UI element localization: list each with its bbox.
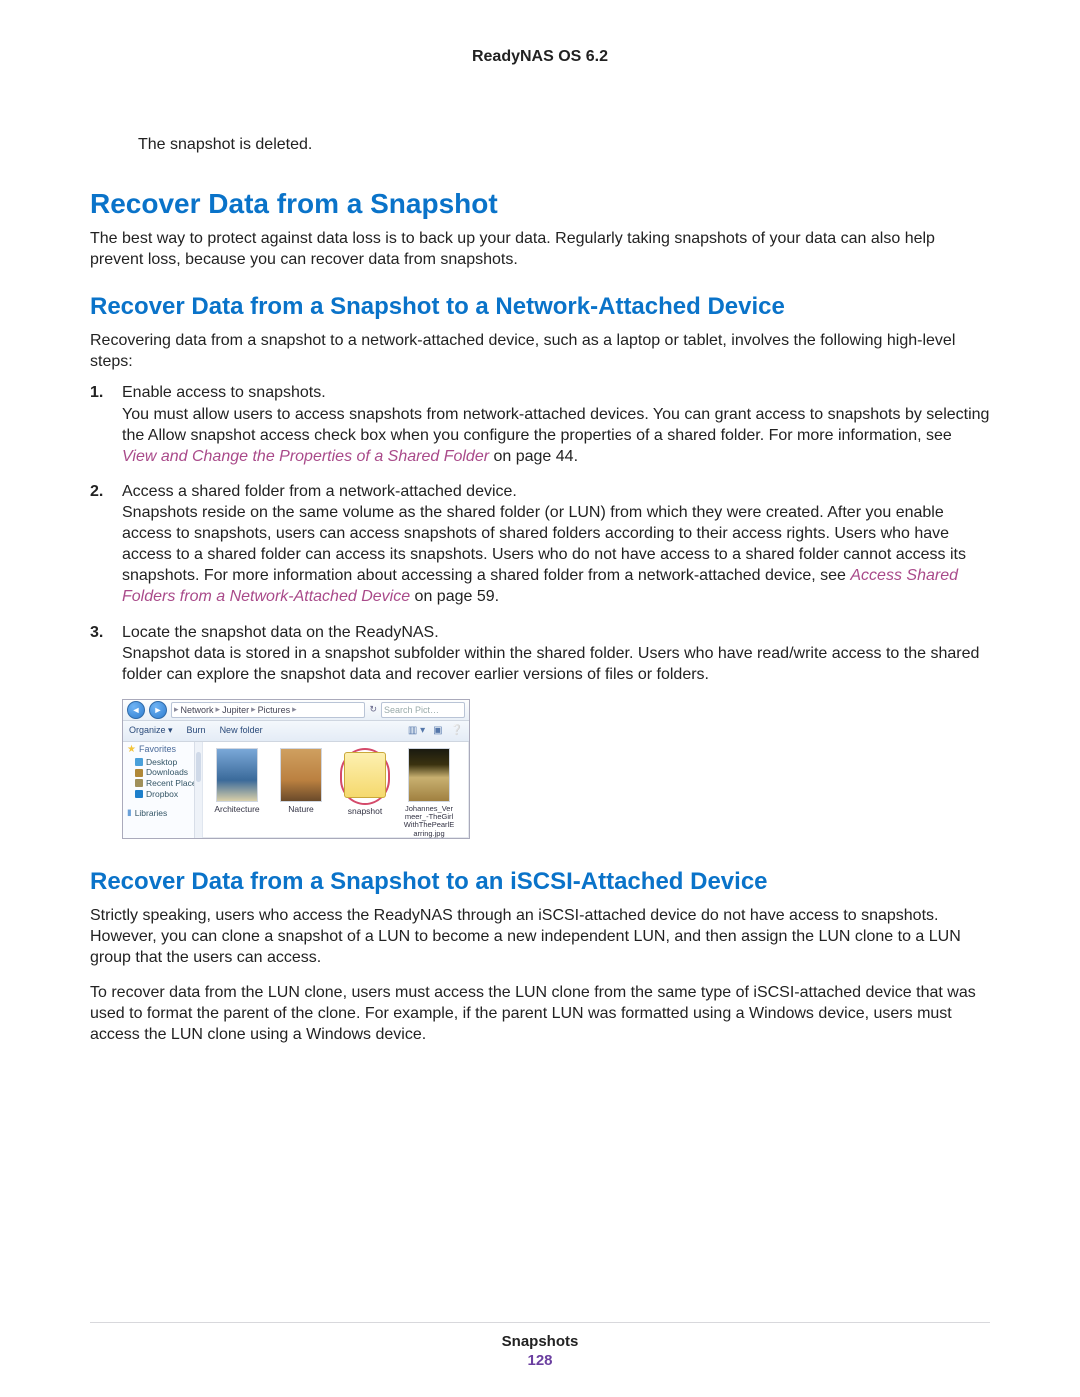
step-1-body: You must allow users to access snapshots… <box>122 406 989 444</box>
sidebar-label: Downloads <box>146 767 188 778</box>
item-label: Nature <box>275 805 327 814</box>
step-3: Locate the snapshot data on the ReadyNAS… <box>90 622 990 685</box>
toolbar-newfolder: New folder <box>220 725 263 736</box>
forward-button-icon: ► <box>149 701 167 719</box>
footer-page-number: 128 <box>90 1352 990 1369</box>
section1-intro: The best way to protect against data los… <box>90 228 990 270</box>
heading-recover-iscsi: Recover Data from a Snapshot to an iSCSI… <box>90 867 990 897</box>
item-label: snapshot <box>339 807 391 816</box>
sidebar-item-desktop: Desktop <box>127 757 202 768</box>
help-icon: ❔ <box>451 725 463 736</box>
step-3-body: Snapshot data is stored in a snapshot su… <box>122 645 979 683</box>
toolbar-burn: Burn <box>187 725 206 736</box>
file-painting: Johannes_Vermeer_-TheGirlWithThePearlEar… <box>403 748 455 838</box>
toolbar-organize: Organize ▾ <box>129 725 173 736</box>
image-file-icon <box>408 748 450 802</box>
page: ReadyNAS OS 6.2 The snapshot is deleted.… <box>0 0 1080 1397</box>
star-icon: ★ <box>127 744 136 755</box>
section2-intro: Recovering data from a snapshot to a net… <box>90 330 990 372</box>
explorer-addressbar: ◄ ► ▸ Network ▸ Jupiter ▸ Pictures ▸ ↻ S… <box>123 700 469 721</box>
section3-p1: Strictly speaking, users who access the … <box>90 905 990 968</box>
heading-recover-data: Recover Data from a Snapshot <box>90 188 990 220</box>
recent-icon <box>135 779 143 787</box>
sidebar-label: Desktop <box>146 757 177 768</box>
folder-icon <box>344 752 386 798</box>
opening-line: The snapshot is deleted. <box>138 136 990 154</box>
favorites-label: Favorites <box>139 744 176 754</box>
chevron-icon: ▸ <box>292 704 297 715</box>
folder-icon <box>280 748 322 802</box>
path-seg-2: Pictures <box>258 705 291 715</box>
step-1: Enable access to snapshots. You must all… <box>90 382 990 466</box>
chevron-icon: ▸ <box>174 704 179 715</box>
view-icon: ▥ ▾ <box>408 725 425 736</box>
desktop-icon <box>135 758 143 766</box>
libraries-label: Libraries <box>135 808 168 818</box>
sidebar-item-downloads: Downloads <box>127 767 202 778</box>
sidebar-item-dropbox: Dropbox <box>127 789 202 800</box>
sidebar-item-recent: Recent Places <box>127 778 202 789</box>
step-2-lead: Access a shared folder from a network-at… <box>122 483 517 500</box>
step-2: Access a shared folder from a network-at… <box>90 481 990 608</box>
page-header-product: ReadyNAS OS 6.2 <box>90 48 990 66</box>
step-1-link[interactable]: View and Change the Properties of a Shar… <box>122 448 489 465</box>
sidebar-libraries: ▮Libraries <box>127 807 202 818</box>
heading-recover-network: Recover Data from a Snapshot to a Networ… <box>90 292 990 322</box>
chevron-icon: ▸ <box>251 704 256 715</box>
step-1-lead: Enable access to snapshots. <box>122 384 326 401</box>
folder-nature: Nature <box>275 748 327 814</box>
path-seg-1: Jupiter <box>222 705 249 715</box>
section3-p2: To recover data from the LUN clone, user… <box>90 982 990 1045</box>
highlight-ring-icon <box>340 748 390 805</box>
search-input: Search Pict… <box>381 702 465 718</box>
page-footer: Snapshots 128 <box>90 1322 990 1369</box>
back-button-icon: ◄ <box>127 701 145 719</box>
refresh-icon: ↻ <box>369 704 377 715</box>
item-label: Architecture <box>211 805 263 814</box>
explorer-screenshot: ◄ ► ▸ Network ▸ Jupiter ▸ Pictures ▸ ↻ S… <box>122 699 470 839</box>
sidebar-label: Recent Places <box>146 778 201 789</box>
steps-list: Enable access to snapshots. You must all… <box>90 382 990 684</box>
path-seg-0: Network <box>181 705 214 715</box>
folder-icon <box>216 748 258 802</box>
step-2-body: Snapshots reside on the same volume as t… <box>122 504 966 584</box>
sidebar-label: Dropbox <box>146 789 178 800</box>
footer-section-name: Snapshots <box>90 1333 990 1350</box>
preview-icon: ▣ <box>433 725 442 736</box>
dropbox-icon <box>135 790 143 798</box>
explorer-contents: Architecture Nature snapshot Johannes_Ve… <box>203 742 469 838</box>
downloads-icon <box>135 769 143 777</box>
step-2-tail: on page 59. <box>410 588 499 605</box>
folder-architecture: Architecture <box>211 748 263 814</box>
chevron-icon: ▸ <box>216 704 221 715</box>
step-1-tail: on page 44. <box>489 448 578 465</box>
sidebar-scrollbar <box>194 742 202 838</box>
favorites-heading: ★ Favorites <box>127 744 202 755</box>
explorer-toolbar: Organize ▾ Burn New folder ▥ ▾ ▣ ❔ <box>123 721 469 742</box>
item-label: Johannes_Vermeer_-TheGirlWithThePearlEar… <box>403 805 455 838</box>
folder-snapshot: snapshot <box>339 748 391 816</box>
explorer-sidebar: ★ Favorites Desktop Downloads Recent Pla… <box>123 742 203 838</box>
address-path: ▸ Network ▸ Jupiter ▸ Pictures ▸ <box>171 702 365 718</box>
libraries-icon: ▮ <box>127 807 132 818</box>
step-3-lead: Locate the snapshot data on the ReadyNAS… <box>122 624 439 641</box>
